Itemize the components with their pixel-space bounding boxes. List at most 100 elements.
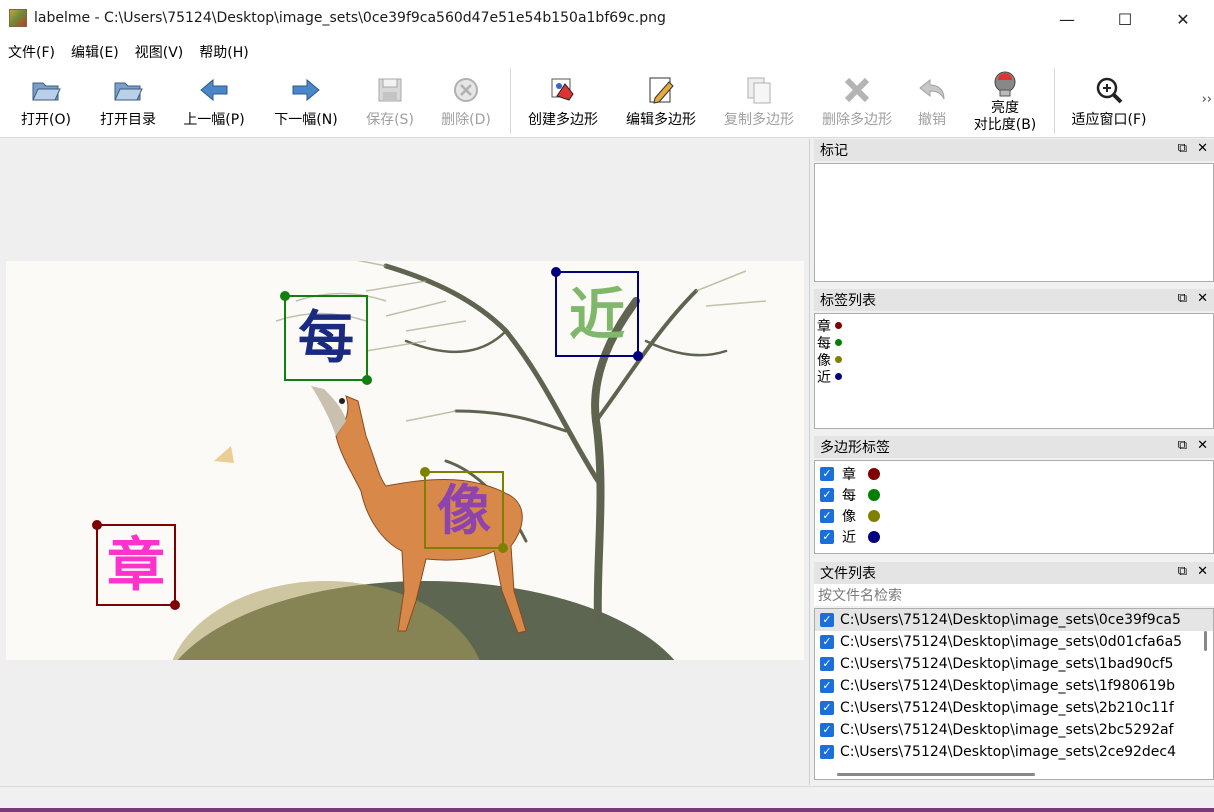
image-canvas[interactable]: 每 近 像 章 — [6, 261, 804, 660]
file-list-item[interactable]: ✓ C:\Users\75124\Desktop\image_sets\0ce39… — [815, 609, 1213, 631]
close-icon[interactable]: ✕ — [1197, 291, 1208, 306]
menu-view[interactable]: 视图(V) — [127, 42, 192, 62]
open-label: 打开(O) — [21, 112, 71, 128]
copy-polygon-button[interactable]: 复制多边形 — [716, 66, 802, 138]
maximize-button[interactable]: ☐ — [1096, 0, 1154, 38]
close-icon[interactable]: ✕ — [1197, 438, 1208, 453]
float-icon[interactable]: ⧉ — [1178, 141, 1187, 156]
minimize-button[interactable]: — — [1038, 0, 1096, 38]
list-item[interactable]: ✓ 每 — [815, 484, 1213, 505]
checkbox[interactable]: ✓ — [820, 657, 834, 671]
list-item[interactable]: ✓ 近 — [815, 526, 1213, 547]
menu-edit[interactable]: 编辑(E) — [63, 42, 127, 62]
polygon-label-text: 章 — [842, 466, 856, 483]
color-dot — [868, 467, 880, 480]
delete-file-button[interactable]: 删除(D) — [436, 66, 496, 138]
prev-image-button[interactable]: 上一幅(P) — [176, 66, 252, 138]
list-item[interactable]: ✓ 章 — [815, 463, 1213, 484]
folder-icon — [114, 82, 143, 101]
file-path: C:\Users\75124\Desktop\image_sets\0d01cf… — [840, 634, 1183, 650]
create-polygon-button[interactable]: 创建多边形 — [520, 66, 606, 138]
checkbox[interactable]: ✓ — [820, 529, 834, 544]
create-polygon-label: 创建多边形 — [528, 112, 598, 128]
menu-help[interactable]: 帮助(H) — [191, 42, 256, 62]
close-button[interactable]: ✕ — [1154, 0, 1212, 38]
annotated-image[interactable]: 每 近 像 章 — [6, 261, 804, 660]
fit-window-button[interactable]: 适应窗口(F) — [1064, 66, 1154, 138]
float-icon[interactable]: ⧉ — [1178, 564, 1187, 579]
polygon-labels-title: 多边形标签 — [820, 440, 890, 456]
file-path: C:\Users\75124\Desktop\image_sets\1bad90… — [840, 656, 1174, 672]
polygon-label-text: 每 — [842, 487, 856, 504]
checkbox[interactable]: ✓ — [820, 723, 834, 737]
list-item[interactable]: 近 — [815, 368, 1213, 386]
delete-circle-icon — [454, 78, 478, 102]
labelme-window: labelme - C:\Users\75124\Desktop\image_s… — [0, 0, 1214, 812]
save-button[interactable]: 保存(S) — [360, 66, 420, 138]
vertical-scrollbar[interactable] — [1204, 631, 1207, 651]
open-dir-label: 打开目录 — [100, 112, 156, 128]
checkbox[interactable]: ✓ — [820, 508, 834, 523]
checkbox[interactable]: ✓ — [820, 466, 834, 481]
list-item[interactable]: 每 — [815, 334, 1213, 352]
edit-pencil-icon — [649, 77, 674, 104]
color-dot — [868, 530, 880, 543]
fit-window-label: 适应窗口(F) — [1071, 112, 1147, 128]
menu-bar: 文件(F) 编辑(E) 视图(V) 帮助(H) — [0, 38, 1214, 66]
prev-label: 上一幅(P) — [183, 112, 245, 128]
file-path: C:\Users\75124\Desktop\image_sets\2ce92d… — [840, 744, 1176, 760]
close-icon[interactable]: ✕ — [1197, 564, 1208, 579]
delete-polygon-label: 删除多边形 — [822, 112, 892, 128]
undo-icon — [919, 78, 945, 100]
file-list-item[interactable]: ✓ C:\Users\75124\Desktop\image_sets\2ce92… — [815, 741, 1213, 763]
edit-polygon-button[interactable]: 编辑多边形 — [618, 66, 704, 138]
next-image-button[interactable]: 下一幅(N) — [268, 66, 344, 138]
float-icon[interactable]: ⧉ — [1178, 291, 1187, 306]
checkbox[interactable]: ✓ — [820, 487, 834, 502]
flags-list[interactable] — [814, 163, 1214, 282]
canvas-area[interactable]: 每 近 像 章 — [0, 139, 810, 785]
polygon-labels-dock: 多边形标签 ⧉ ✕ ✓ 章 ✓ 每 ✓ 像 ✓ 近 — [814, 436, 1214, 554]
horizontal-scrollbar[interactable] — [837, 773, 1035, 776]
open-button[interactable]: 打开(O) — [14, 66, 78, 138]
annotation-xiang-label: 像 — [437, 479, 491, 542]
file-list-item[interactable]: ✓ C:\Users\75124\Desktop\image_sets\1bad9… — [815, 653, 1213, 675]
delete-polygon-button[interactable]: 删除多边形 — [814, 66, 900, 138]
label-list-title: 标签列表 — [820, 293, 876, 309]
file-list-item[interactable]: ✓ C:\Users\75124\Desktop\image_sets\2b210… — [815, 697, 1213, 719]
polygon-labels-list[interactable]: ✓ 章 ✓ 每 ✓ 像 ✓ 近 — [814, 460, 1214, 554]
file-search-input[interactable]: 按文件名检索 — [814, 584, 1214, 606]
checkbox[interactable]: ✓ — [820, 635, 834, 649]
annotation-mei-label: 每 — [298, 306, 354, 371]
checkbox[interactable]: ✓ — [820, 613, 834, 627]
zoom-fit-icon — [1096, 77, 1123, 104]
float-icon[interactable]: ⧉ — [1178, 438, 1187, 453]
file-list-item[interactable]: ✓ C:\Users\75124\Desktop\image_sets\0d01c… — [815, 631, 1213, 653]
file-list-item[interactable]: ✓ C:\Users\75124\Desktop\image_sets\1f980… — [815, 675, 1213, 697]
checkbox[interactable]: ✓ — [820, 701, 834, 715]
brightness-label: 亮度 对比度(B) — [974, 100, 1037, 134]
window-bottom-edge — [0, 808, 1214, 812]
list-item[interactable]: 章 — [815, 317, 1213, 335]
color-dot — [835, 322, 842, 329]
list-item[interactable]: 像 — [815, 351, 1213, 369]
list-item[interactable]: ✓ 像 — [815, 505, 1213, 526]
file-list-item[interactable]: ✓ C:\Users\75124\Desktop\image_sets\2bc52… — [815, 719, 1213, 741]
label-list[interactable]: 章 每 像 近 — [814, 313, 1214, 429]
annotation-zhang-label: 章 — [107, 531, 165, 599]
undo-label: 撤销 — [918, 112, 946, 128]
brightness-contrast-button[interactable]: 亮度 对比度(B) — [966, 66, 1044, 138]
color-dot — [835, 356, 842, 363]
delete-label: 删除(D) — [441, 112, 491, 128]
menu-file[interactable]: 文件(F) — [0, 42, 63, 62]
close-icon[interactable]: ✕ — [1197, 141, 1208, 156]
open-dir-button[interactable]: 打开目录 — [92, 66, 164, 138]
file-list[interactable]: ✓ C:\Users\75124\Desktop\image_sets\0ce39… — [814, 608, 1214, 780]
undo-button[interactable]: 撤销 — [906, 66, 958, 138]
file-list-dock: 文件列表 ⧉ ✕ 按文件名检索 ✓ C:\Users\75124\Desktop\i… — [814, 562, 1214, 780]
checkbox[interactable]: ✓ — [820, 679, 834, 693]
next-label: 下一幅(N) — [274, 112, 338, 128]
checkbox[interactable]: ✓ — [820, 745, 834, 759]
toolbar-separator — [1054, 68, 1055, 134]
toolbar-overflow-button[interactable]: ›› — [1202, 92, 1212, 107]
